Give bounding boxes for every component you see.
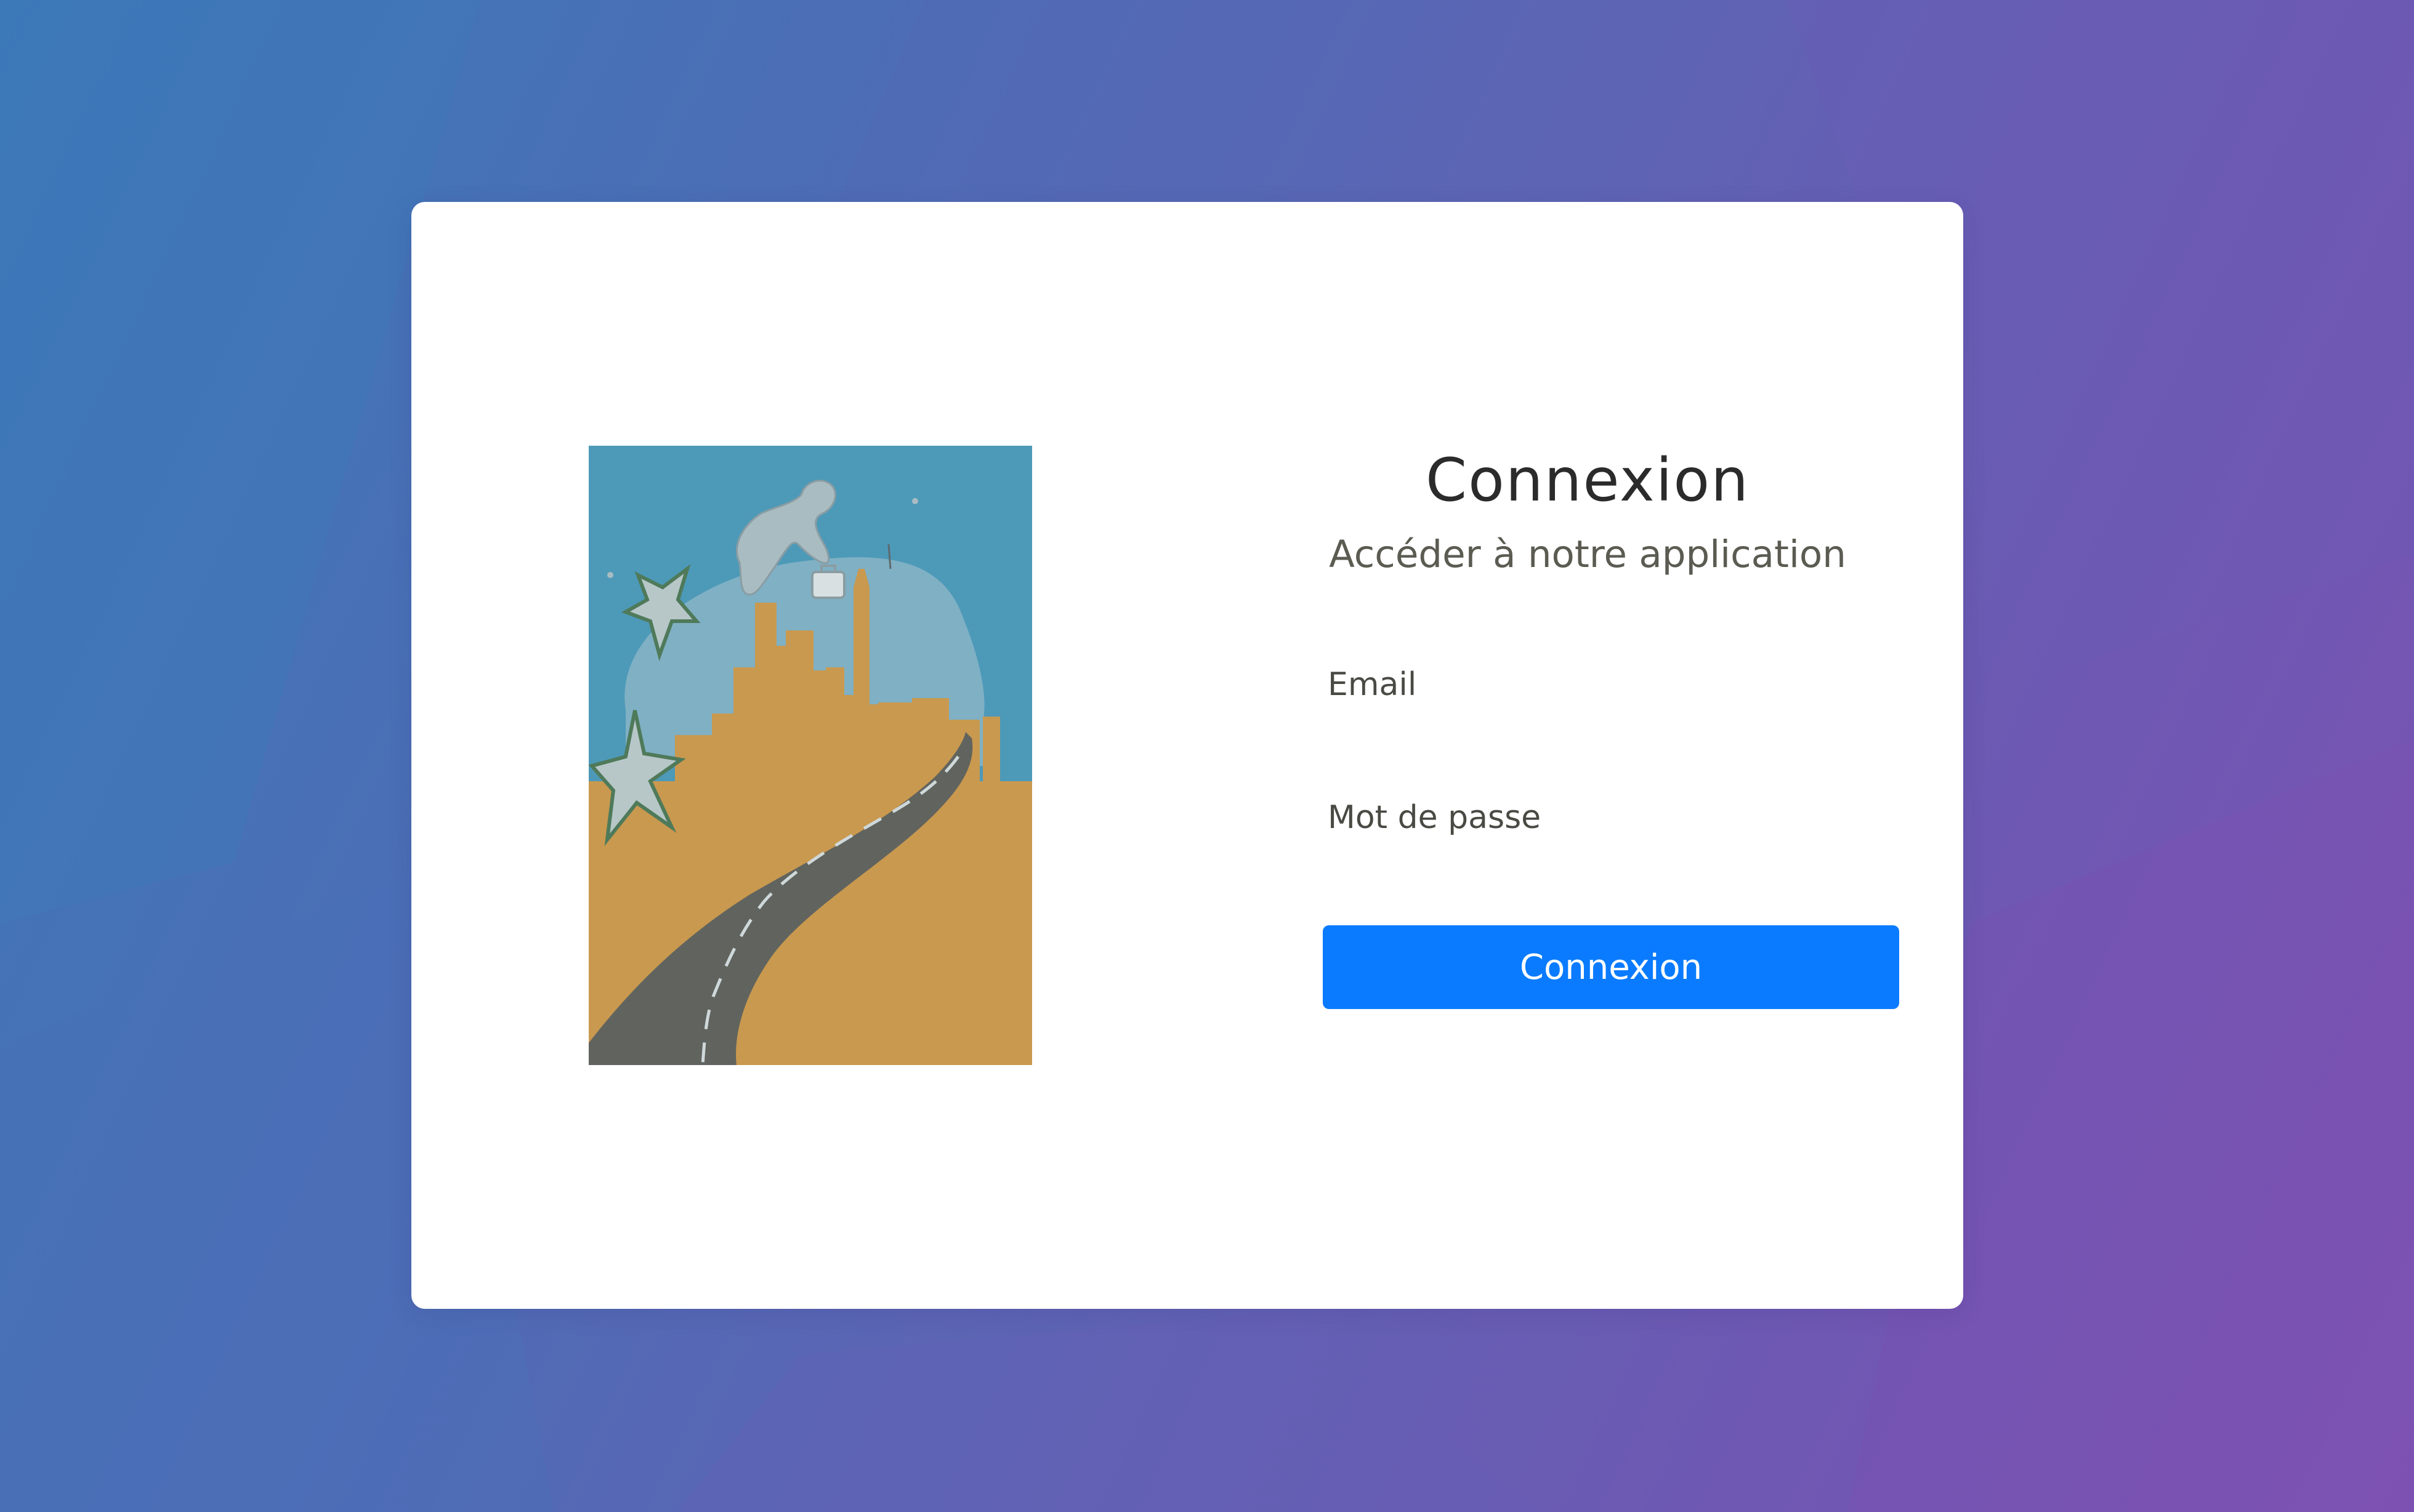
login-title: Connexion — [1426, 446, 1750, 515]
login-button[interactable]: Connexion — [1323, 925, 1899, 1009]
login-form: Connexion Accéder à notre application Em… — [1298, 202, 1899, 1309]
login-card: Connexion Accéder à notre application Em… — [411, 202, 1963, 1309]
email-field[interactable] — [1323, 707, 1862, 750]
email-field-group: Email — [1298, 669, 1877, 761]
password-label: Mot de passe — [1328, 799, 1541, 836]
password-field-group: Mot de passe — [1298, 802, 1877, 894]
login-subtitle: Accéder à notre application — [1329, 533, 1846, 576]
password-field[interactable] — [1323, 840, 1862, 883]
city-road-illustration — [589, 446, 1032, 1065]
email-label: Email — [1328, 666, 1417, 703]
city-road-stars-illustration-icon — [589, 446, 1032, 1065]
